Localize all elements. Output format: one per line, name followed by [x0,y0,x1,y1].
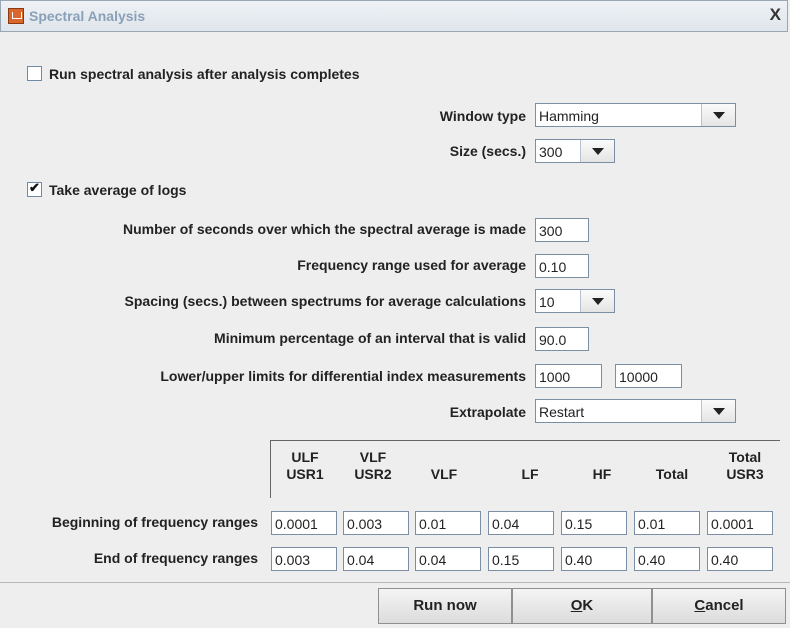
window-title: Spectral Analysis [29,8,146,24]
close-icon[interactable]: X [770,5,781,25]
java-app-icon [8,8,24,24]
ok-button[interactable]: OK [512,588,652,624]
col-header-lf: LF [521,466,539,482]
col-header-vlf-usr2: VLF USR2 [354,449,392,482]
freq-range-input[interactable]: 0.10 [535,254,589,278]
min-pct-input[interactable]: 90.0 [535,327,589,351]
col-header-hf: HF [592,466,612,482]
button-separator [0,582,790,583]
end-vlf-input[interactable]: 0.04 [415,547,481,571]
window-type-select[interactable]: Hamming [535,103,736,127]
spacing-select[interactable]: 10 [535,289,615,313]
extrapolate-label: Extrapolate [449,404,526,420]
take-average-checkbox[interactable]: ✔ [27,180,42,197]
cancel-mnemonic: C [694,597,706,614]
begin-vlf-usr2-input[interactable]: 0.003 [343,511,409,535]
begin-ulf-usr1-input[interactable]: 0.0001 [271,511,337,535]
chevron-down-icon[interactable] [701,400,735,422]
cancel-label-rest: ancel [705,597,744,614]
extrapolate-select[interactable]: Restart [535,399,736,423]
begin-total-usr3-input[interactable]: 0.0001 [707,511,773,535]
min-pct-label: Minimum percentage of an interval that i… [214,330,526,346]
upper-limit-input[interactable]: 10000 [615,364,682,388]
avg-seconds-label: Number of seconds over which the spectra… [122,221,526,237]
end-vlf-usr2-input[interactable]: 0.04 [343,547,409,571]
beginning-ranges-label: Beginning of frequency ranges [51,514,258,530]
avg-seconds-input[interactable]: 300 [535,218,589,242]
chevron-down-icon[interactable] [701,104,735,126]
end-ulf-usr1-input[interactable]: 0.003 [271,547,337,571]
end-hf-input[interactable]: 0.40 [561,547,627,571]
freq-range-label: Frequency range used for average [297,257,526,273]
chevron-down-icon[interactable] [580,140,614,162]
begin-lf-input[interactable]: 0.04 [488,511,554,535]
begin-vlf-input[interactable]: 0.01 [415,511,481,535]
end-total-usr3-input[interactable]: 0.40 [707,547,773,571]
size-label: Size (secs.) [449,143,526,159]
run-after-checkbox[interactable] [27,66,42,81]
col-header-total: Total [655,466,689,482]
col-header-total-usr3: Total USR3 [726,449,764,482]
begin-total-input[interactable]: 0.01 [634,511,700,535]
spacing-label: Spacing (secs.) between spectrums for av… [124,293,526,309]
col-header-vlf: VLF [430,466,458,482]
begin-hf-input[interactable]: 0.15 [561,511,627,535]
run-now-button[interactable]: Run now [378,588,512,624]
end-ranges-label: End of frequency ranges [93,550,258,566]
cancel-button[interactable]: Cancel [652,588,786,624]
end-lf-input[interactable]: 0.15 [488,547,554,571]
window-type-label: Window type [439,108,526,124]
col-header-ulf-usr1: ULF USR1 [286,449,324,482]
spacing-value: 10 [539,294,555,310]
chevron-down-icon[interactable] [580,290,614,312]
extrapolate-value: Restart [539,404,585,420]
window-type-value: Hamming [539,108,599,124]
lower-limit-input[interactable]: 1000 [535,364,602,388]
title-bar: Spectral Analysis X [0,0,788,32]
ok-mnemonic: O [570,597,583,614]
size-value: 300 [539,144,563,160]
limits-label: Lower/upper limits for differential inde… [160,368,526,384]
size-select[interactable]: 300 [535,139,615,163]
take-average-label: Take average of logs [49,182,187,198]
run-after-label: Run spectral analysis after analysis com… [49,66,360,82]
end-total-input[interactable]: 0.40 [634,547,700,571]
ok-label-rest: K [582,597,594,614]
check-icon: ✔ [29,180,40,195]
